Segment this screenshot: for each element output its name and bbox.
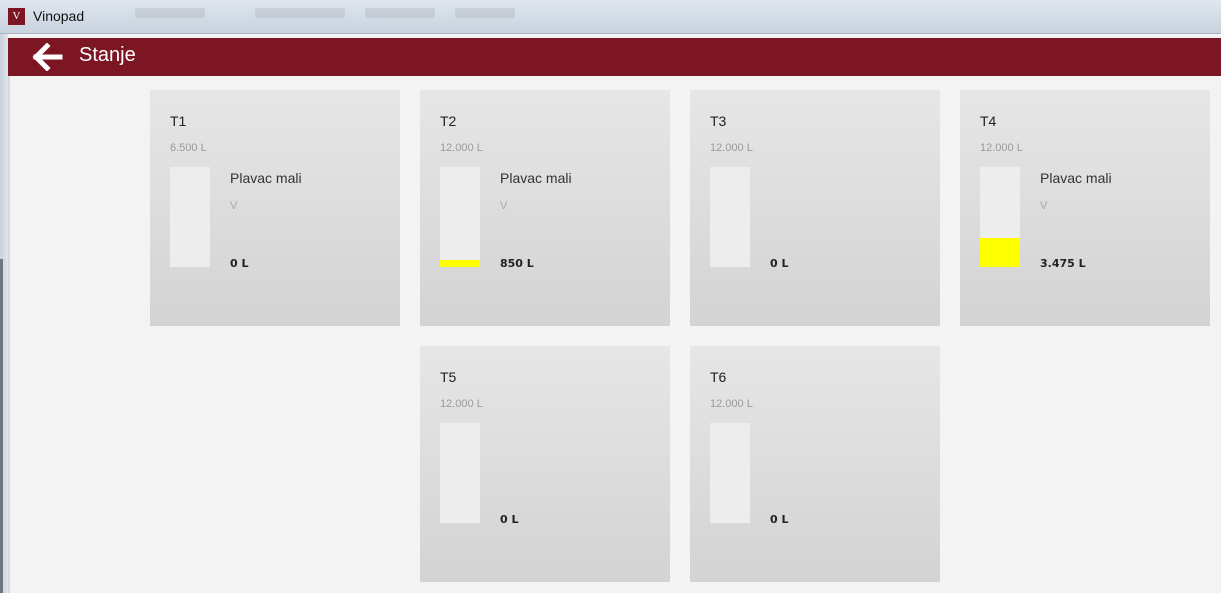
wine-type: V [230,200,238,212]
window-title: Vinopad [33,8,85,24]
tank-card-t2[interactable]: T2 12.000 L Plavac mali V 850 L [420,90,670,326]
tank-amount: 3.475 L [1040,257,1086,270]
tank-capacity: 12.000 L [440,142,483,154]
tank-name: T1 [170,113,187,129]
tank-level-gauge [980,167,1020,267]
background-window-ghost [255,8,345,18]
scrollbar-thumb[interactable] [0,259,3,593]
tank-amount: 850 L [500,257,534,270]
tank-card-t1[interactable]: T1 6.500 L Plavac mali V 0 L [150,90,400,326]
app-header: Stanje [8,38,1221,76]
wine-type: V [1040,200,1048,212]
wine-type: V [500,200,508,212]
tank-name: T3 [710,113,727,129]
page-title: Stanje [79,44,136,66]
tank-capacity: 6.500 L [170,142,207,154]
tank-name: T5 [440,369,457,385]
tank-level-gauge [710,423,750,523]
arrow-left-icon [32,42,63,72]
tank-card-t3[interactable]: T3 12.000 L 0 L [690,90,940,326]
tank-card-t6[interactable]: T6 12.000 L 0 L [690,346,940,582]
tank-card-t4[interactable]: T4 12.000 L Plavac mali V 3.475 L [960,90,1210,326]
tank-capacity: 12.000 L [710,142,753,154]
tank-name: T6 [710,369,727,385]
background-window-ghost [455,8,515,18]
wine-name: Plavac mali [1040,170,1112,186]
tank-name: T4 [980,113,997,129]
background-window-ghost [135,8,205,18]
tank-fill-level [440,259,480,267]
tank-amount: 0 L [770,513,789,526]
wine-name: Plavac mali [230,170,302,186]
tank-level-gauge [440,423,480,523]
tank-name: T2 [440,113,457,129]
tank-level-gauge [170,167,210,267]
tank-level-gauge [710,167,750,267]
back-button[interactable] [32,42,64,72]
tank-capacity: 12.000 L [710,398,753,410]
tank-capacity: 12.000 L [440,398,483,410]
window-titlebar: V Vinopad [0,0,1221,34]
background-window-ghost [365,8,435,18]
tank-amount: 0 L [770,257,789,270]
app-icon: V [8,8,25,25]
wine-name: Plavac mali [500,170,572,186]
tank-card-t5[interactable]: T5 12.000 L 0 L [420,346,670,582]
tank-amount: 0 L [230,257,249,270]
tank-capacity: 12.000 L [980,142,1023,154]
tank-fill-level [980,238,1020,267]
tank-amount: 0 L [500,513,519,526]
tank-level-gauge [440,167,480,267]
window-left-border [0,34,8,593]
